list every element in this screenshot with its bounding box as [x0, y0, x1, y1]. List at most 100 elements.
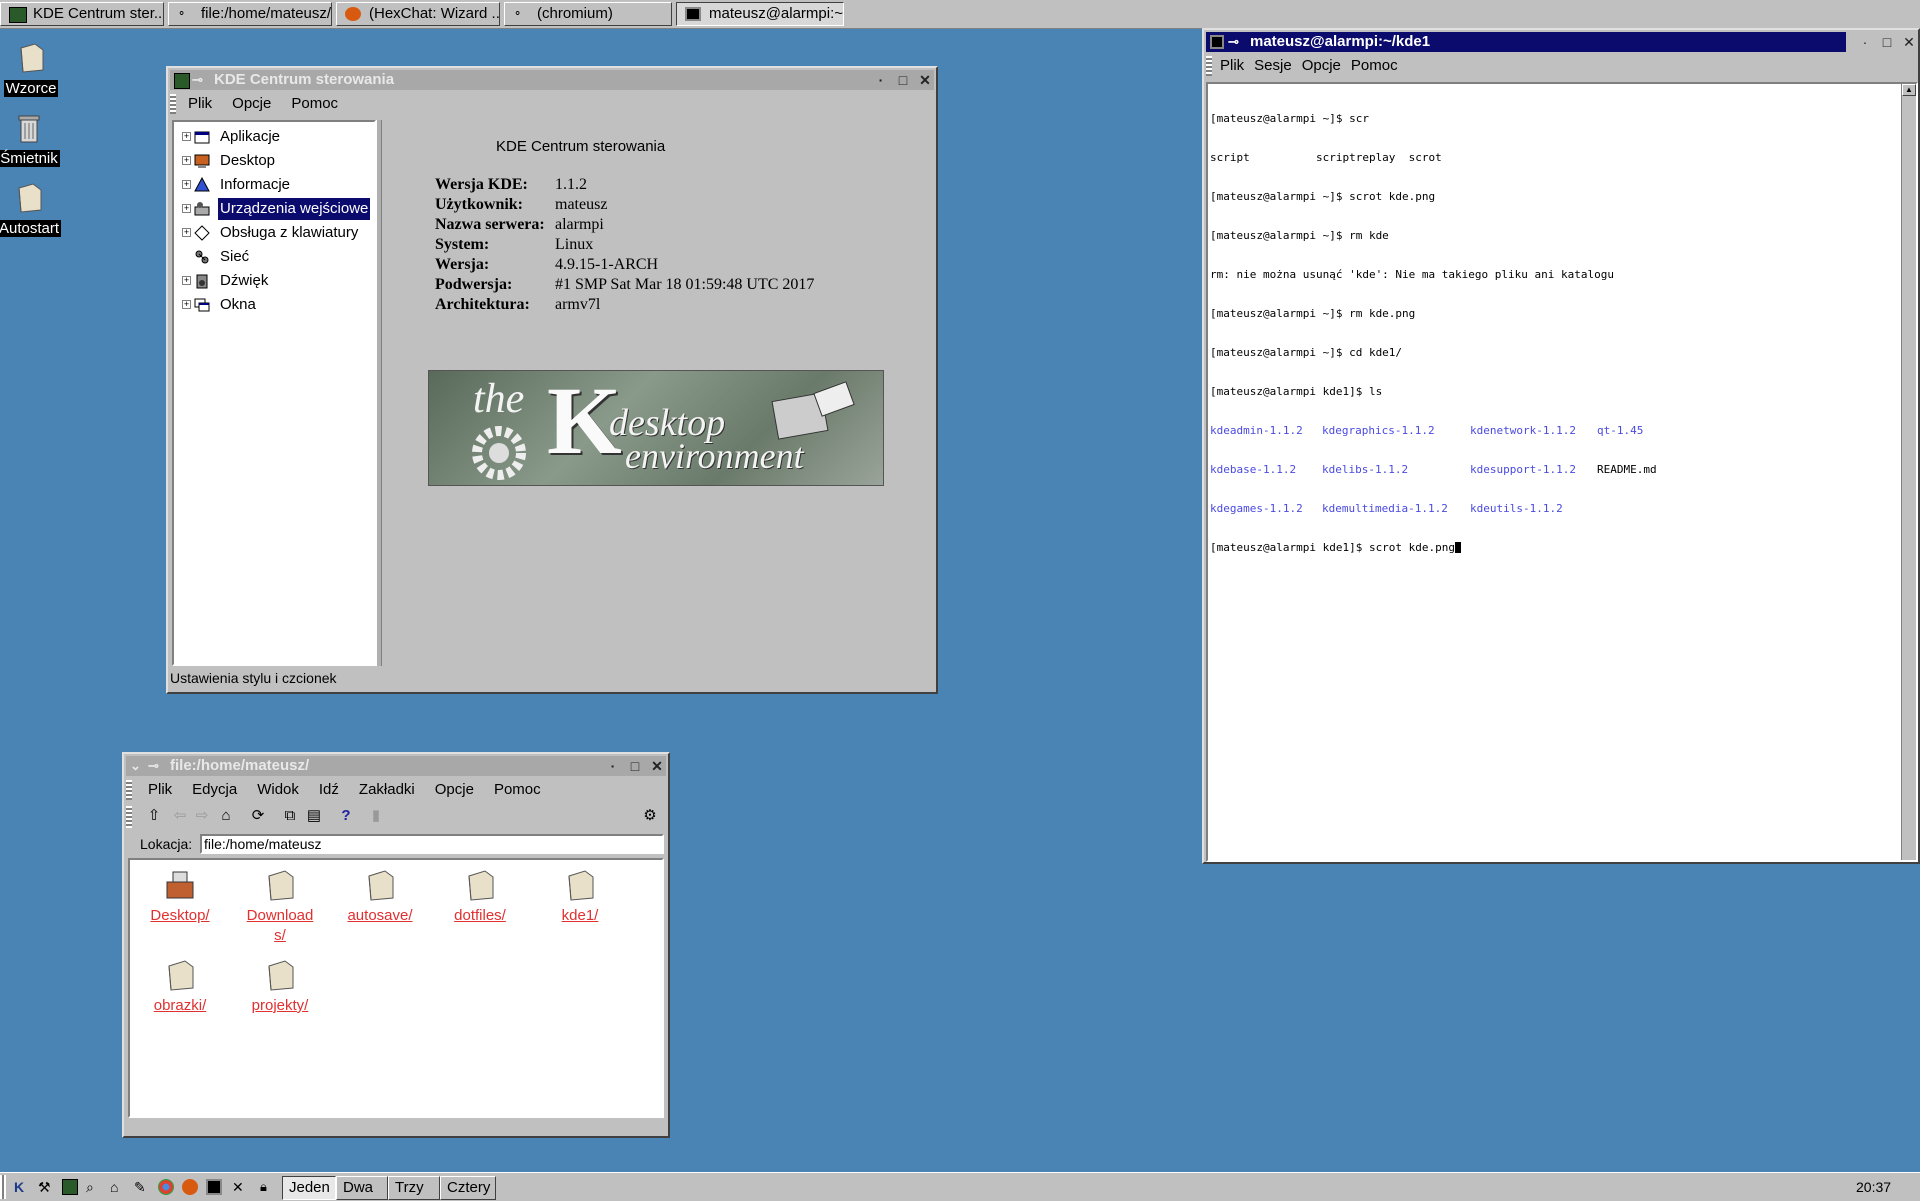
menu-sesje[interactable]: Sesje: [1254, 57, 1292, 74]
window-menu-icon[interactable]: [174, 73, 190, 89]
panel-handle[interactable]: [0, 1175, 6, 1199]
task-file-manager[interactable]: ⚬ file:/home/mateusz/: [168, 2, 332, 26]
expand-icon[interactable]: +: [182, 180, 191, 189]
expand-icon[interactable]: +: [182, 156, 191, 165]
menu-zakladki[interactable]: Zakładki: [359, 781, 415, 798]
minimize-button[interactable]: ·: [606, 759, 620, 773]
back-arrow-icon[interactable]: ⇦: [170, 806, 190, 826]
menu-edycja[interactable]: Edycja: [192, 781, 237, 798]
ls-row: kdeadmin-1.1.2 kdegraphics-1.1.2 kdenetwor…: [1210, 424, 1644, 437]
stop-icon[interactable]: ▮: [366, 806, 386, 826]
lock-icon[interactable]: 🔒︎: [260, 1179, 276, 1195]
minimize-button[interactable]: ·: [1858, 35, 1872, 49]
task-control-center[interactable]: KDE Centrum ster...: [0, 2, 164, 26]
expand-icon[interactable]: +: [182, 228, 191, 237]
chromium-icon[interactable]: [158, 1179, 174, 1195]
menu-pomoc[interactable]: Pomoc: [291, 95, 338, 112]
maximize-button[interactable]: □: [628, 759, 642, 773]
copy-icon[interactable]: ⧉: [280, 806, 300, 826]
folder-item-dotfiles[interactable]: dotfiles/: [440, 868, 520, 926]
clock[interactable]: 20:37: [1856, 1177, 1891, 1197]
menu-pomoc[interactable]: Pomoc: [1351, 57, 1398, 74]
help-icon[interactable]: ?: [336, 806, 356, 826]
menu-plik[interactable]: Plik: [188, 95, 212, 112]
menu-opcje[interactable]: Opcje: [435, 781, 474, 798]
folder-item-autosave[interactable]: autosave/: [340, 868, 420, 926]
task-hexchat[interactable]: (HexChat: Wizard ...: [336, 2, 500, 26]
task-terminal[interactable]: mateusz@alarmpi:~/...: [676, 2, 844, 26]
folder-item-desktop[interactable]: Desktop/: [140, 868, 220, 926]
splitter-handle[interactable]: [376, 120, 382, 666]
up-arrow-icon[interactable]: ⇧: [144, 806, 164, 826]
editor-icon[interactable]: ✎: [134, 1179, 150, 1195]
toolbar-handle[interactable]: [126, 806, 132, 828]
terminal-titlebar[interactable]: ⊸ mateusz@alarmpi:~/kde1: [1206, 32, 1846, 52]
gear-icon[interactable]: ⚙: [640, 806, 660, 826]
window-menu-icon[interactable]: ⌄: [130, 756, 141, 776]
maximize-button[interactable]: □: [896, 73, 910, 87]
desktop-icon-trash[interactable]: Śmietnik: [0, 112, 64, 167]
desktop-button-trzy[interactable]: Trzy: [388, 1176, 440, 1200]
home-icon[interactable]: ⌂: [110, 1179, 126, 1195]
location-input[interactable]: [200, 834, 664, 854]
menu-plik[interactable]: Plik: [148, 781, 172, 798]
close-button[interactable]: ✕: [650, 759, 664, 773]
task-chromium[interactable]: ⚬ (chromium): [504, 2, 672, 26]
folder-icon: [268, 870, 294, 901]
paste-icon[interactable]: ▤: [304, 806, 324, 826]
forward-arrow-icon[interactable]: ⇨: [192, 806, 212, 826]
bottom-panel: K ⚒ ⌕ ⌂ ✎ ✕ 🔒︎ Jeden Dwa Trzy Cztery 20:…: [0, 1172, 1920, 1201]
maximize-button[interactable]: □: [1880, 35, 1894, 49]
desktop-button-dwa[interactable]: Dwa: [336, 1176, 388, 1200]
menubar-handle[interactable]: [170, 94, 176, 114]
menu-opcje[interactable]: Opcje: [232, 95, 271, 112]
terminal-icon[interactable]: [1210, 35, 1224, 49]
menubar-handle[interactable]: [126, 780, 132, 800]
desktop-icon-wzorce[interactable]: Wzorce: [0, 42, 66, 97]
desktop-button-cztery[interactable]: Cztery: [440, 1176, 496, 1200]
expand-icon[interactable]: +: [182, 132, 191, 141]
reload-icon[interactable]: ⟳: [248, 806, 268, 826]
tools-icon[interactable]: ⚒: [38, 1179, 54, 1195]
terminal-scrollbar[interactable]: ▲: [1901, 84, 1916, 860]
menu-widok[interactable]: Widok: [257, 781, 299, 798]
desktop-icon-autostart[interactable]: Autostart: [0, 182, 64, 237]
accessibility-icon: [194, 225, 210, 241]
folder-item-projekty[interactable]: projekty/: [240, 958, 320, 1016]
hexchat-icon[interactable]: [182, 1179, 198, 1195]
expand-icon[interactable]: +: [182, 204, 191, 213]
pin-icon[interactable]: ⊸: [148, 756, 159, 776]
menu-opcje[interactable]: Opcje: [1302, 57, 1341, 74]
logout-icon[interactable]: ✕: [232, 1179, 248, 1195]
scroll-up-button[interactable]: ▲: [1902, 84, 1916, 96]
control-center-titlebar[interactable]: ⊸ KDE Centrum sterowania · □ ✕: [170, 70, 934, 90]
menu-idz[interactable]: Idź: [319, 781, 339, 798]
ls-row: kdegames-1.1.2 kdemultimedia-1.1.2 kdeutil…: [1210, 502, 1563, 515]
pin-icon[interactable]: ⊸: [1228, 32, 1239, 52]
ls-row: kdebase-1.1.2 kdelibs-1.1.2 kdesupport-1.1…: [1210, 463, 1657, 476]
expand-icon[interactable]: +: [182, 300, 191, 309]
menu-pomoc[interactable]: Pomoc: [494, 781, 541, 798]
terminal-screen[interactable]: [mateusz@alarmpi ~]$ scr script scriptre…: [1206, 82, 1918, 862]
file-manager-toolbar: ⇧ ⇦ ⇨ ⌂ ⟳ ⧉ ▤ ? ▮ ⚙: [144, 806, 664, 828]
close-button[interactable]: ✕: [1902, 35, 1916, 49]
expand-icon[interactable]: +: [182, 276, 191, 285]
menu-plik[interactable]: Plik: [1220, 57, 1244, 74]
minimize-button[interactable]: ·: [874, 73, 888, 87]
folder-item-obrazki[interactable]: obrazki/: [140, 958, 220, 1016]
desktop-button-jeden[interactable]: Jeden: [282, 1176, 336, 1200]
menubar-handle[interactable]: [1206, 56, 1212, 76]
close-button[interactable]: ✕: [918, 73, 932, 87]
file-manager-titlebar[interactable]: ⌄ ⊸ file:/home/mateusz/ · □ ✕: [126, 756, 666, 776]
folder-item-kde1[interactable]: kde1/: [540, 868, 620, 926]
terminal-icon[interactable]: [206, 1179, 222, 1195]
kde-menu-icon[interactable]: K: [14, 1179, 30, 1195]
desktop-icon: [194, 154, 210, 168]
find-icon[interactable]: ⌕: [86, 1179, 102, 1195]
folder-item-downloads[interactable]: Downloads/: [240, 868, 320, 946]
home-icon[interactable]: ⌂: [216, 806, 236, 826]
pin-icon[interactable]: ⊸: [192, 70, 203, 90]
windows-icon: [194, 298, 210, 312]
computer-icon: [771, 381, 855, 440]
control-center-icon[interactable]: [62, 1179, 78, 1195]
